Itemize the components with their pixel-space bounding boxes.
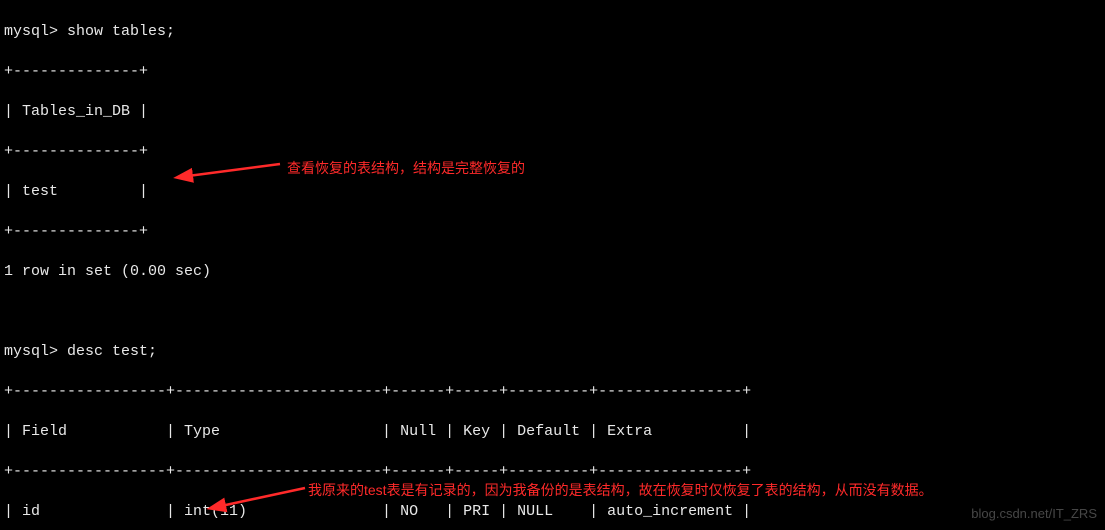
cmd-show-tables: show tables; [67, 23, 175, 40]
tables-border-top: +--------------+ [4, 62, 1101, 82]
tables-border-bot: +--------------+ [4, 222, 1101, 242]
watermark: blog.csdn.net/IT_ZRS [971, 504, 1097, 524]
cmd-line-desc[interactable]: mysql> desc test; [4, 342, 1101, 362]
tables-header: | Tables_in_DB | [4, 102, 1101, 122]
mysql-prompt: mysql> [4, 343, 67, 360]
tables-border-mid: +--------------+ [4, 142, 1101, 162]
tables-status: 1 row in set (0.00 sec) [4, 262, 1101, 282]
annotation-2: 我原来的test表是有记录的，因为我备份的是表结构，故在恢复时仅恢复了表的结构，… [308, 480, 933, 500]
terminal-output: mysql> show tables; +--------------+ | T… [0, 0, 1105, 530]
mysql-prompt: mysql> [4, 23, 67, 40]
annotation-arrow-1 [180, 156, 290, 186]
desc-header: | Field | Type | Null | Key | Default | … [4, 422, 1101, 442]
tables-row: | test | [4, 182, 1101, 202]
cmd-line-show-tables[interactable]: mysql> show tables; [4, 22, 1101, 42]
cmd-desc: desc test; [67, 343, 157, 360]
annotation-1: 查看恢复的表结构，结构是完整恢复的 [287, 158, 525, 178]
desc-border-top: +-----------------+---------------------… [4, 382, 1101, 402]
blank-1 [4, 302, 1101, 322]
desc-row: | id | int(11) | NO | PRI | NULL | auto_… [4, 502, 1101, 522]
desc-border-mid: +-----------------+---------------------… [4, 462, 1101, 482]
annotation-arrow-2 [215, 482, 315, 514]
